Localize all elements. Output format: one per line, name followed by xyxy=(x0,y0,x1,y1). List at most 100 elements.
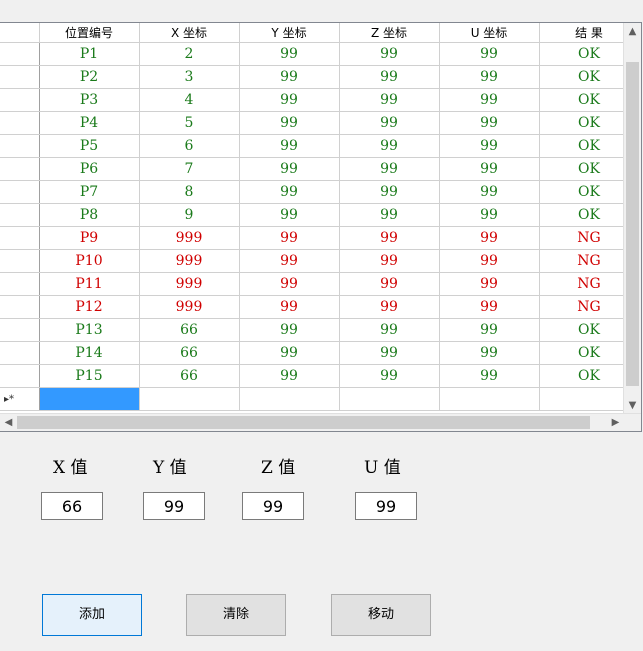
cell-id[interactable]: P6 xyxy=(39,157,140,181)
row-header[interactable] xyxy=(0,65,40,89)
move-button[interactable]: 移动 xyxy=(331,594,431,636)
scroll-left-icon[interactable]: ◀ xyxy=(0,414,17,431)
cell-x[interactable]: 999 xyxy=(139,249,240,273)
cell-id[interactable]: P2 xyxy=(39,65,140,89)
cell-u[interactable]: 99 xyxy=(439,341,540,365)
cell-id[interactable]: P5 xyxy=(39,134,140,158)
cell-u[interactable]: 99 xyxy=(439,65,540,89)
table-row[interactable]: P7 8 99 99 99 OK xyxy=(0,180,640,204)
new-row-selected-cell[interactable] xyxy=(39,387,140,411)
col-header-y[interactable]: Y 坐标 xyxy=(239,23,340,43)
cell-id[interactable]: P14 xyxy=(39,341,140,365)
cell-x[interactable]: 4 xyxy=(139,88,240,112)
cell-y[interactable]: 99 xyxy=(239,157,340,181)
cell-z[interactable]: 99 xyxy=(339,318,440,342)
cell-x[interactable]: 66 xyxy=(139,341,240,365)
table-row[interactable]: P10 999 99 99 99 NG xyxy=(0,249,640,273)
horizontal-scrollbar[interactable]: ◀ ▶ xyxy=(0,413,641,431)
table-row[interactable]: P14 66 99 99 99 OK xyxy=(0,341,640,365)
new-row-cell[interactable] xyxy=(139,387,240,411)
table-row[interactable]: P15 66 99 99 99 OK xyxy=(0,364,640,388)
cell-x[interactable]: 9 xyxy=(139,203,240,227)
cell-y[interactable]: 99 xyxy=(239,272,340,296)
data-grid[interactable]: 位置编号 X 坐标 Y 坐标 Z 坐标 U 坐标 结 果 P1 2 99 99 99 OK… xyxy=(0,22,642,432)
cell-id[interactable]: P13 xyxy=(39,318,140,342)
new-row-cell[interactable] xyxy=(239,387,340,411)
cell-y[interactable]: 99 xyxy=(239,295,340,319)
row-header[interactable] xyxy=(0,134,40,158)
cell-y[interactable]: 99 xyxy=(239,249,340,273)
cell-id[interactable]: P8 xyxy=(39,203,140,227)
row-header[interactable] xyxy=(0,249,40,273)
z-value-input[interactable]: 99 xyxy=(242,492,304,520)
u-value-input[interactable]: 99 xyxy=(355,492,417,520)
row-header[interactable] xyxy=(0,364,40,388)
cell-y[interactable]: 99 xyxy=(239,180,340,204)
cell-y[interactable]: 99 xyxy=(239,203,340,227)
cell-x[interactable]: 3 xyxy=(139,65,240,89)
row-header[interactable] xyxy=(0,272,40,296)
clear-button[interactable]: 清除 xyxy=(186,594,286,636)
cell-x[interactable]: 999 xyxy=(139,272,240,296)
cell-u[interactable]: 99 xyxy=(439,157,540,181)
cell-y[interactable]: 99 xyxy=(239,42,340,66)
cell-z[interactable]: 99 xyxy=(339,65,440,89)
table-row[interactable]: P6 7 99 99 99 OK xyxy=(0,157,640,181)
cell-z[interactable]: 99 xyxy=(339,88,440,112)
table-row[interactable]: P13 66 99 99 99 OK xyxy=(0,318,640,342)
table-row[interactable]: P4 5 99 99 99 OK xyxy=(0,111,640,135)
y-value-input[interactable]: 99 xyxy=(143,492,205,520)
cell-u[interactable]: 99 xyxy=(439,134,540,158)
cell-u[interactable]: 99 xyxy=(439,295,540,319)
x-value-input[interactable]: 66 xyxy=(41,492,103,520)
col-header-id[interactable]: 位置编号 xyxy=(39,23,140,43)
cell-z[interactable]: 99 xyxy=(339,226,440,250)
cell-z[interactable]: 99 xyxy=(339,157,440,181)
row-header[interactable] xyxy=(0,111,40,135)
cell-y[interactable]: 99 xyxy=(239,318,340,342)
add-button[interactable]: 添加 xyxy=(42,594,142,636)
cell-x[interactable]: 8 xyxy=(139,180,240,204)
cell-x[interactable]: 2 xyxy=(139,42,240,66)
cell-id[interactable]: P1 xyxy=(39,42,140,66)
table-row[interactable]: P8 9 99 99 99 OK xyxy=(0,203,640,227)
cell-u[interactable]: 99 xyxy=(439,249,540,273)
col-header-z[interactable]: Z 坐标 xyxy=(339,23,440,43)
table-row[interactable]: P9 999 99 99 99 NG xyxy=(0,226,640,250)
cell-u[interactable]: 99 xyxy=(439,318,540,342)
cell-u[interactable]: 99 xyxy=(439,42,540,66)
cell-u[interactable]: 99 xyxy=(439,272,540,296)
table-row[interactable]: P3 4 99 99 99 OK xyxy=(0,88,640,112)
vertical-scrollbar[interactable]: ▲ ▼ xyxy=(623,23,641,414)
row-header[interactable] xyxy=(0,180,40,204)
row-header[interactable] xyxy=(0,42,40,66)
cell-z[interactable]: 99 xyxy=(339,341,440,365)
table-row[interactable]: P2 3 99 99 99 OK xyxy=(0,65,640,89)
cell-z[interactable]: 99 xyxy=(339,134,440,158)
row-header[interactable] xyxy=(0,341,40,365)
cell-id[interactable]: P7 xyxy=(39,180,140,204)
horizontal-scroll-thumb[interactable] xyxy=(17,416,590,429)
cell-y[interactable]: 99 xyxy=(239,134,340,158)
cell-y[interactable]: 99 xyxy=(239,226,340,250)
table-row[interactable]: P5 6 99 99 99 OK xyxy=(0,134,640,158)
cell-x[interactable]: 66 xyxy=(139,364,240,388)
cell-x[interactable]: 999 xyxy=(139,295,240,319)
scroll-right-icon[interactable]: ▶ xyxy=(607,414,624,431)
cell-z[interactable]: 99 xyxy=(339,42,440,66)
cell-u[interactable]: 99 xyxy=(439,364,540,388)
table-row[interactable]: P12 999 99 99 99 NG xyxy=(0,295,640,319)
cell-x[interactable]: 66 xyxy=(139,318,240,342)
cell-y[interactable]: 99 xyxy=(239,65,340,89)
table-row[interactable]: P1 2 99 99 99 OK xyxy=(0,42,640,66)
cell-u[interactable]: 99 xyxy=(439,111,540,135)
cell-x[interactable]: 6 xyxy=(139,134,240,158)
cell-u[interactable]: 99 xyxy=(439,226,540,250)
cell-z[interactable]: 99 xyxy=(339,203,440,227)
cell-y[interactable]: 99 xyxy=(239,341,340,365)
cell-y[interactable]: 99 xyxy=(239,364,340,388)
cell-z[interactable]: 99 xyxy=(339,249,440,273)
cell-u[interactable]: 99 xyxy=(439,88,540,112)
cell-z[interactable]: 99 xyxy=(339,272,440,296)
cell-x[interactable]: 7 xyxy=(139,157,240,181)
